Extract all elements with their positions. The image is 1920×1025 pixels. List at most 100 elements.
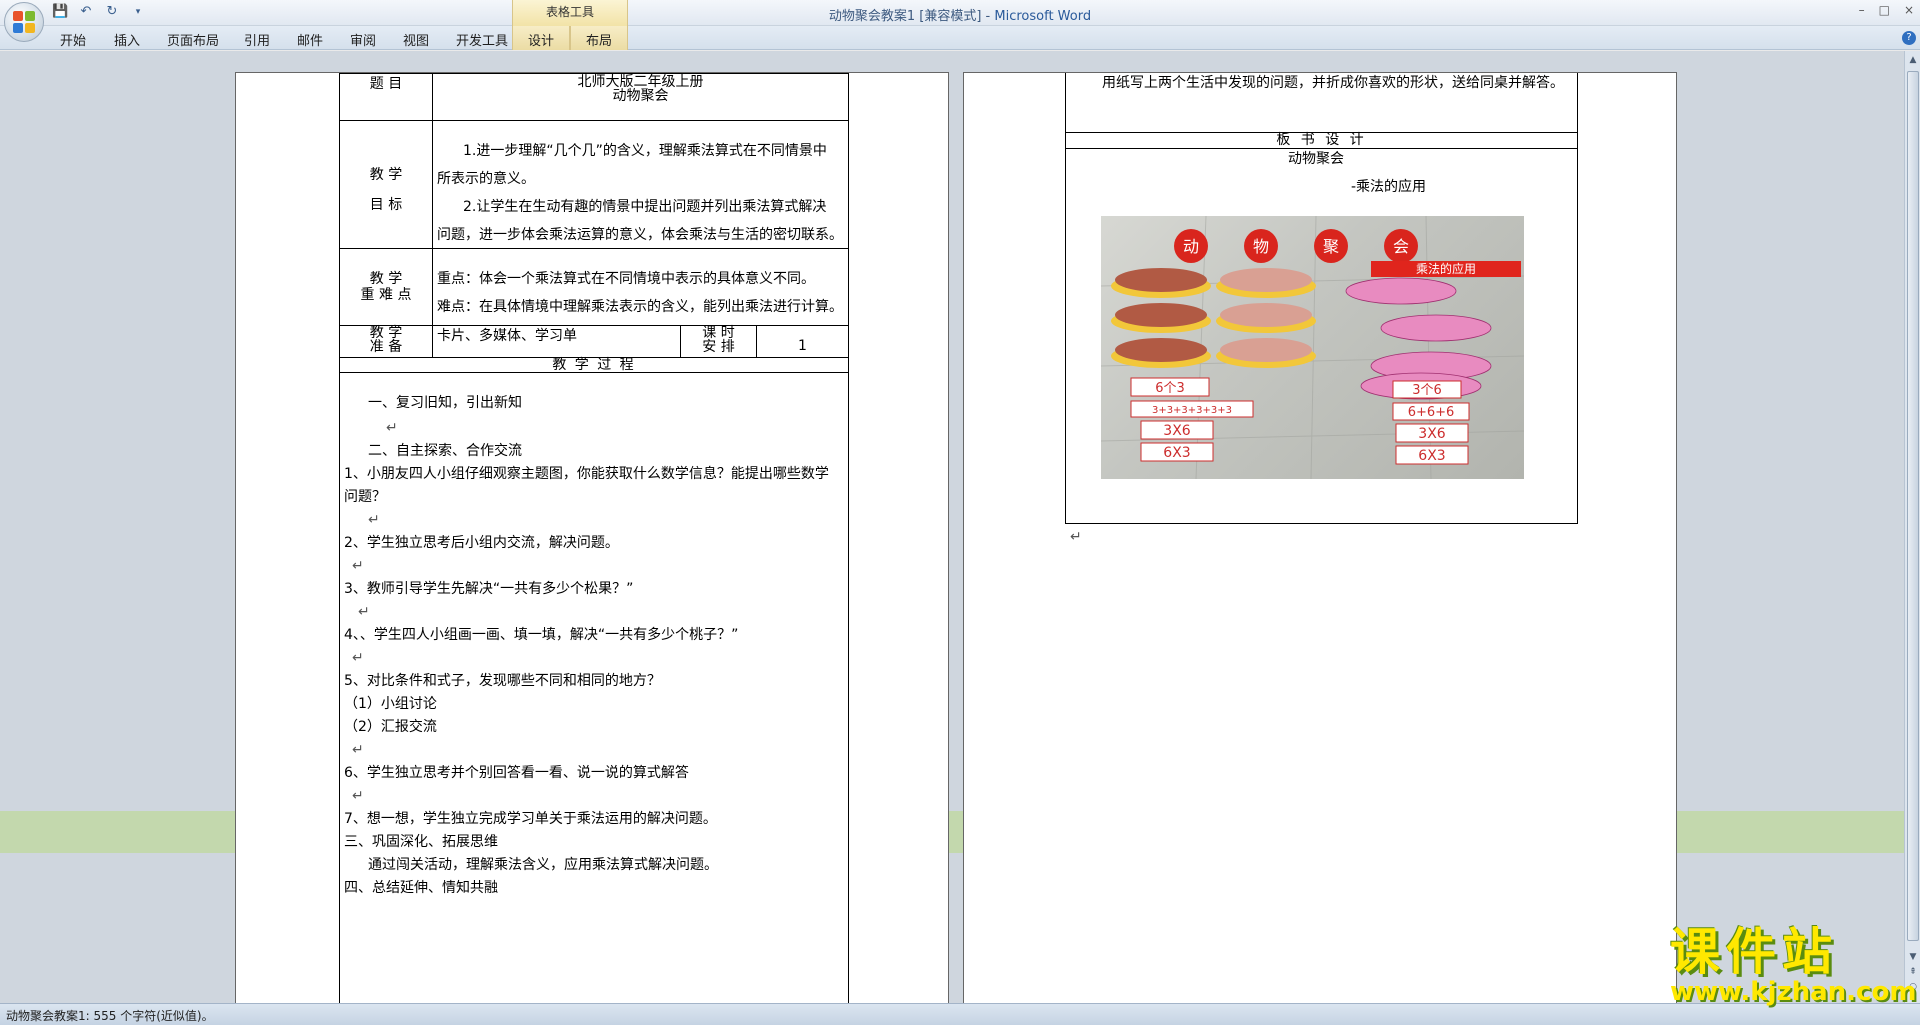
table-cell: 动物聚会 -乘法的应用 动 物 聚 会 乘法的应用 6个3 3+3+3+3+3+… xyxy=(1065,148,1578,524)
window-controls: – □ × xyxy=(1859,3,1914,17)
maximize-button[interactable]: □ xyxy=(1879,3,1890,17)
photo-card: 6X3 xyxy=(1163,445,1190,461)
vertical-scrollbar[interactable]: ▲ ▼ ⇞ ○ xyxy=(1904,51,1920,1003)
paragraph-mark-icon: ↵ xyxy=(352,788,364,804)
office-logo-icon xyxy=(13,11,35,33)
table-cell: 板 书 设 计 xyxy=(1065,132,1578,149)
table-cell: 1 xyxy=(756,325,849,358)
site-watermark-logo: 课件站 www.kjzhan.com xyxy=(1670,922,1917,1007)
banner-char: 会 xyxy=(1393,237,1409,256)
process-line: 三、巩固深化、拓展思维 xyxy=(344,834,498,850)
paragraph-mark-icon: ↵ xyxy=(358,604,370,620)
table-cell: 1.进一步理解“几个几”的含义，理解乘法算式在不同情景中 所表示的意义。 2.让… xyxy=(432,120,849,249)
tab-developer[interactable]: 开发工具 xyxy=(456,30,508,49)
key-points-label: 重 难 点 xyxy=(360,287,412,303)
window-title: 动物聚会教案1 [兼容模式] - Microsoft Word xyxy=(0,5,1920,24)
process-line: 6、学生独立思考并个别回答看一看、说一说的算式解答 xyxy=(344,765,689,781)
board-design-header: 板 书 设 计 xyxy=(1276,132,1367,148)
process-line: 2、学生独立思考后小组内交流，解决问题。 xyxy=(344,535,619,551)
tab-references[interactable]: 引用 xyxy=(244,30,270,49)
tab-page-layout[interactable]: 页面布局 xyxy=(167,30,219,49)
paragraph-mark-icon: ↵ xyxy=(352,742,364,758)
photo-subtitle: 乘法的应用 xyxy=(1416,261,1476,276)
board-subtitle: -乘法的应用 xyxy=(1351,179,1427,195)
prep-label: 准 备 xyxy=(369,339,403,355)
photo-card: 3X6 xyxy=(1418,426,1445,442)
help-icon[interactable]: ? xyxy=(1902,31,1916,45)
process-line: （1）小组讨论 xyxy=(344,696,437,712)
tab-insert[interactable]: 插入 xyxy=(114,30,140,49)
banner-char: 动 xyxy=(1183,237,1199,256)
document-name: 动物聚会教案1 [兼容模式] - xyxy=(828,9,995,24)
tab-mailings[interactable]: 邮件 xyxy=(297,30,323,49)
process-line: 二、自主探索、合作交流 xyxy=(368,443,522,459)
tab-home[interactable]: 开始 xyxy=(60,30,86,49)
scroll-down-icon[interactable]: ▼ xyxy=(1907,951,1919,963)
table-cell: 用纸写上两个生活中发现的问题，并折成你喜欢的形状，送给同桌并解答。 xyxy=(1065,73,1578,133)
minimize-button[interactable]: – xyxy=(1859,3,1865,17)
process-line: 1、小朋友四人小组仔细观察主题图，你能获取什么数学信息？能提出哪些数学 xyxy=(344,466,829,482)
table-cell: 卡片、多媒体、学习单 xyxy=(432,325,681,358)
prep-materials: 卡片、多媒体、学习单 xyxy=(437,328,577,344)
document-page-1: 题 目 北师大版二年级上册 动物聚会 教 学 目 标 1.进一步理解“几个几”的… xyxy=(235,72,949,1003)
paragraph-mark-icon: ↵ xyxy=(352,558,364,574)
close-button[interactable]: × xyxy=(1904,3,1914,17)
process-line: 问题？ xyxy=(344,489,386,505)
process-line: 四、总结延伸、情知共融 xyxy=(344,880,498,896)
banner-char: 聚 xyxy=(1323,237,1339,256)
board-photo: 动 物 聚 会 乘法的应用 6个3 3+3+3+3+3+3 3X6 6X3 3个… xyxy=(1101,216,1524,479)
banner-char: 物 xyxy=(1253,237,1269,256)
table-cell: 教 学 准 备 xyxy=(339,325,433,358)
photo-card: 3+3+3+3+3+3 xyxy=(1152,405,1232,416)
time-label: 安 排 xyxy=(702,339,735,355)
status-bar: 动物聚会教案1: 555 个字符(近似值)。 xyxy=(0,1003,1920,1025)
paragraph-mark-icon: ↵ xyxy=(386,420,398,436)
goals-label: 教 学 xyxy=(369,167,403,183)
word-count-status[interactable]: 动物聚会教案1: 555 个字符(近似值)。 xyxy=(6,1009,214,1023)
difficulty-text: 难点：在具体情境中理解乘法表示的含义，能列出乘法进行计算。 xyxy=(437,299,843,315)
activity-text: 用纸写上两个生活中发现的问题，并折成你喜欢的形状，送给同桌并解答。 xyxy=(1102,75,1564,91)
photo-card: 3个6 xyxy=(1412,383,1442,398)
process-line: 通过闯关活动，理解乘法含义，应用乘法算式解决问题。 xyxy=(368,857,718,873)
table-cell: 教 学 重 难 点 xyxy=(339,248,433,326)
title-label: 题 目 xyxy=(369,76,403,92)
title-bar: 💾 ↶ ↻ ▾ 动物聚会教案1 [兼容模式] - Microsoft Word … xyxy=(0,0,1920,26)
table-cell: 题 目 xyxy=(339,73,433,121)
watermark-url: www.kjzhan.com xyxy=(1670,977,1917,1007)
app-name: Microsoft Word xyxy=(994,9,1092,24)
tab-table-layout[interactable]: 布局 xyxy=(570,26,628,50)
tab-view[interactable]: 视图 xyxy=(403,30,429,49)
goal-text: 问题，进一步体会乘法运算的意义，体会乘法与生活的密切联系。 xyxy=(437,227,843,243)
office-button[interactable] xyxy=(4,2,44,42)
board-photo-graphic: 动 物 聚 会 乘法的应用 6个3 3+3+3+3+3+3 3X6 6X3 3个… xyxy=(1101,216,1524,479)
banner-circles xyxy=(1174,229,1418,263)
table-tools-group-label: 表格工具 xyxy=(512,0,628,26)
goal-text: 所表示的意义。 xyxy=(437,171,535,187)
paragraph-mark-icon: ↵ xyxy=(1070,529,1082,545)
goal-text: 2.让学生在生动有趣的情景中提出问题并列出乘法算式解决 xyxy=(463,199,827,215)
tab-table-design[interactable]: 设计 xyxy=(512,26,570,50)
photo-card: 6X3 xyxy=(1418,448,1445,464)
photo-card: 6个3 xyxy=(1155,381,1185,396)
process-line: 4、、学生四人小组画一画、填一填，解决“一共有多少个桃子？” xyxy=(344,627,739,643)
goals-label: 目 标 xyxy=(369,197,403,213)
process-line: 5、对比条件和式子，发现哪些不同和相同的地方？ xyxy=(344,673,661,689)
scrollbar-thumb[interactable] xyxy=(1907,71,1919,941)
photo-card: 6+6+6 xyxy=(1408,405,1455,420)
table-cell: 课 时 安 排 xyxy=(680,325,757,358)
time-value: 1 xyxy=(798,338,807,354)
document-area: 题 目 北师大版二年级上册 动物聚会 教 学 目 标 1.进一步理解“几个几”的… xyxy=(0,51,1904,1003)
process-line: 3、教师引导学生先解决“一共有多少个松果？” xyxy=(344,581,634,597)
process-line: （2）汇报交流 xyxy=(344,719,437,735)
paragraph-mark-icon: ↵ xyxy=(352,650,364,666)
photo-card: 3X6 xyxy=(1163,423,1190,439)
board-title: 动物聚会 xyxy=(1288,151,1344,167)
goal-text: 1.进一步理解“几个几”的含义，理解乘法算式在不同情景中 xyxy=(463,143,827,159)
ribbon-tab-bar: 开始 插入 页面布局 引用 邮件 审阅 视图 开发工具 设计 布局 xyxy=(0,26,1920,50)
paragraph-mark-icon: ↵ xyxy=(368,512,380,528)
table-cell: 教 学 目 标 xyxy=(339,120,433,249)
scroll-up-icon[interactable]: ▲ xyxy=(1907,54,1919,66)
table-cell: 北师大版二年级上册 动物聚会 xyxy=(432,73,849,121)
tab-review[interactable]: 审阅 xyxy=(350,30,376,49)
watermark-title: 课件站 xyxy=(1670,922,1838,981)
